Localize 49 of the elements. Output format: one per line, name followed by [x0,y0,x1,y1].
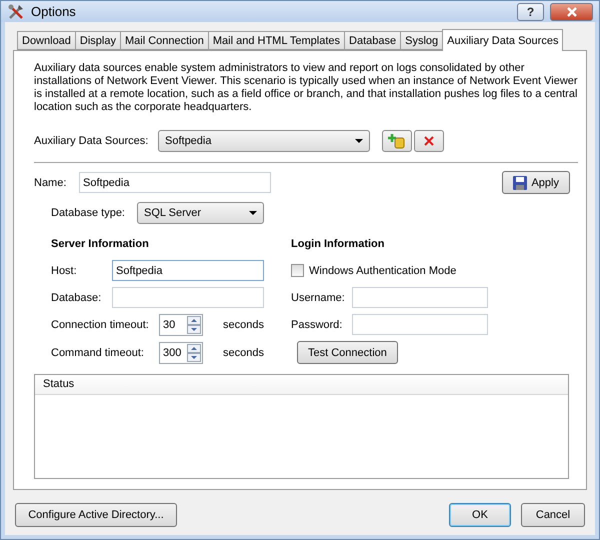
name-field[interactable]: Softpedia [79,172,271,193]
add-database-button[interactable] [382,130,412,152]
password-field[interactable] [352,314,488,335]
footer-button[interactable]: Configure Active Directory... [15,503,177,527]
seconds-label: seconds [223,347,264,359]
tab[interactable]: Mail Connection [120,31,209,50]
host-label: Host: [51,264,78,276]
host-field[interactable]: Softpedia [112,260,264,281]
database-label: Database: [51,292,102,304]
seconds-label: seconds [223,319,264,331]
timeout-spinner[interactable]: 300 [159,342,204,364]
windows-auth-checkbox[interactable]: Windows Authentication Mode [291,260,491,281]
test-connection-button[interactable]: Test Connection [297,341,398,364]
server-heading: Server Information [51,238,150,250]
help-button[interactable]: ? [517,2,544,20]
tab[interactable]: Display [74,31,121,50]
close-icon [566,6,578,16]
dropdown-arrow-icon [355,139,363,143]
name-label: Name: [34,176,68,188]
close-button[interactable] [550,2,593,20]
database-type-dropdown[interactable]: SQL Server [137,202,264,224]
tab[interactable]: Database [344,31,402,50]
dropdown-arrow-icon [249,211,257,215]
spinner-arrows-icon [187,316,202,334]
database-field[interactable] [112,287,264,308]
login-heading: Login Information [291,238,386,250]
tab[interactable]: Download [17,31,76,50]
username-field[interactable] [352,287,488,308]
username-label: Username: [291,292,346,304]
footer-button[interactable]: Cancel [521,503,585,527]
sources-dropdown[interactable]: Softpedia [158,130,370,152]
description-text: Auxiliary data sources enable system administrators to view and report on logs consolidated by other installations of Network Event Viewer. This scenario is typically used when an instance of Network Event Viewer is installed at a remote location, such as a field office or branch, and that installation pushes log files to a central location such as the corporate headquarters. [34,62,579,114]
add-database-icon [388,133,406,149]
tab[interactable]: Mail and HTML Templates [208,31,346,50]
footer-button[interactable]: OK [449,503,511,527]
delete-icon [424,136,434,146]
spinner-arrows-icon [187,344,202,362]
window-title: Options [31,4,77,19]
database-type-label: Database type: [51,207,126,219]
delete-button[interactable] [414,130,444,152]
tools-icon [7,2,25,20]
tab[interactable]: Syslog [400,31,444,50]
timeout-label: Command timeout: [51,347,145,359]
sources-label: Auxiliary Data Sources: [34,135,150,147]
password-label: Password: [291,318,344,330]
apply-button[interactable]: Apply [502,171,570,194]
timeout-spinner[interactable]: 30 [159,314,204,336]
timeout-label: Connection timeout: [51,319,150,331]
tab[interactable]: Auxiliary Data Sources [442,29,564,51]
